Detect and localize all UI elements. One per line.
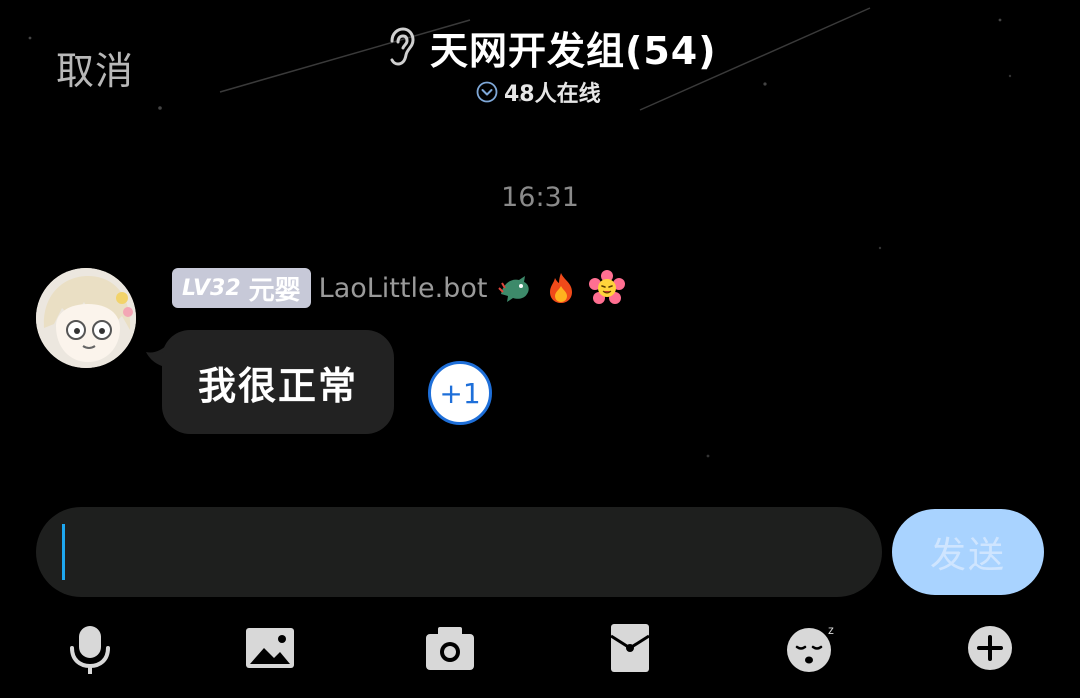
message-timestamp: 16:31 [501, 182, 579, 213]
message-bubble[interactable]: 我很正常 [162, 330, 394, 434]
online-count: 48人在线 [504, 82, 601, 107]
rank-text: 元婴 [248, 275, 301, 306]
red-packet-icon[interactable] [602, 620, 658, 676]
sender-name[interactable]: LaoLittle.bot [319, 273, 488, 304]
image-icon[interactable] [242, 620, 298, 676]
avatar[interactable] [36, 268, 136, 368]
sleepy-emoji-icon[interactable]: z [784, 620, 840, 676]
chat-title[interactable]: 天网开发组(54) [384, 22, 717, 73]
dragon-emoji-icon [498, 276, 530, 302]
group-title: 天网开发组(54) [430, 28, 717, 73]
smiling-flower-emoji-icon [589, 270, 626, 304]
online-status-row[interactable]: 48人在线 [476, 78, 601, 107]
microphone-icon[interactable] [62, 620, 118, 676]
chevron-down-icon [476, 81, 498, 103]
message-text: 我很正常 [197, 363, 358, 408]
cancel-button[interactable]: 取消 [56, 40, 134, 95]
message-input[interactable] [36, 507, 882, 597]
plus-circle-icon[interactable] [962, 620, 1018, 676]
text-caret [62, 524, 65, 580]
svg-text:z: z [828, 623, 834, 637]
send-button[interactable]: 发送 [892, 509, 1044, 595]
plus-one-button[interactable]: +1 [428, 361, 492, 425]
fire-emoji-icon [550, 273, 573, 303]
level-badge: LV32 元婴 [172, 268, 311, 308]
camera-icon[interactable] [422, 620, 478, 676]
sender-info: LV32 元婴 LaoLittle.bot [172, 268, 626, 308]
level-text: LV32 [182, 275, 241, 301]
ear-icon [390, 27, 415, 66]
